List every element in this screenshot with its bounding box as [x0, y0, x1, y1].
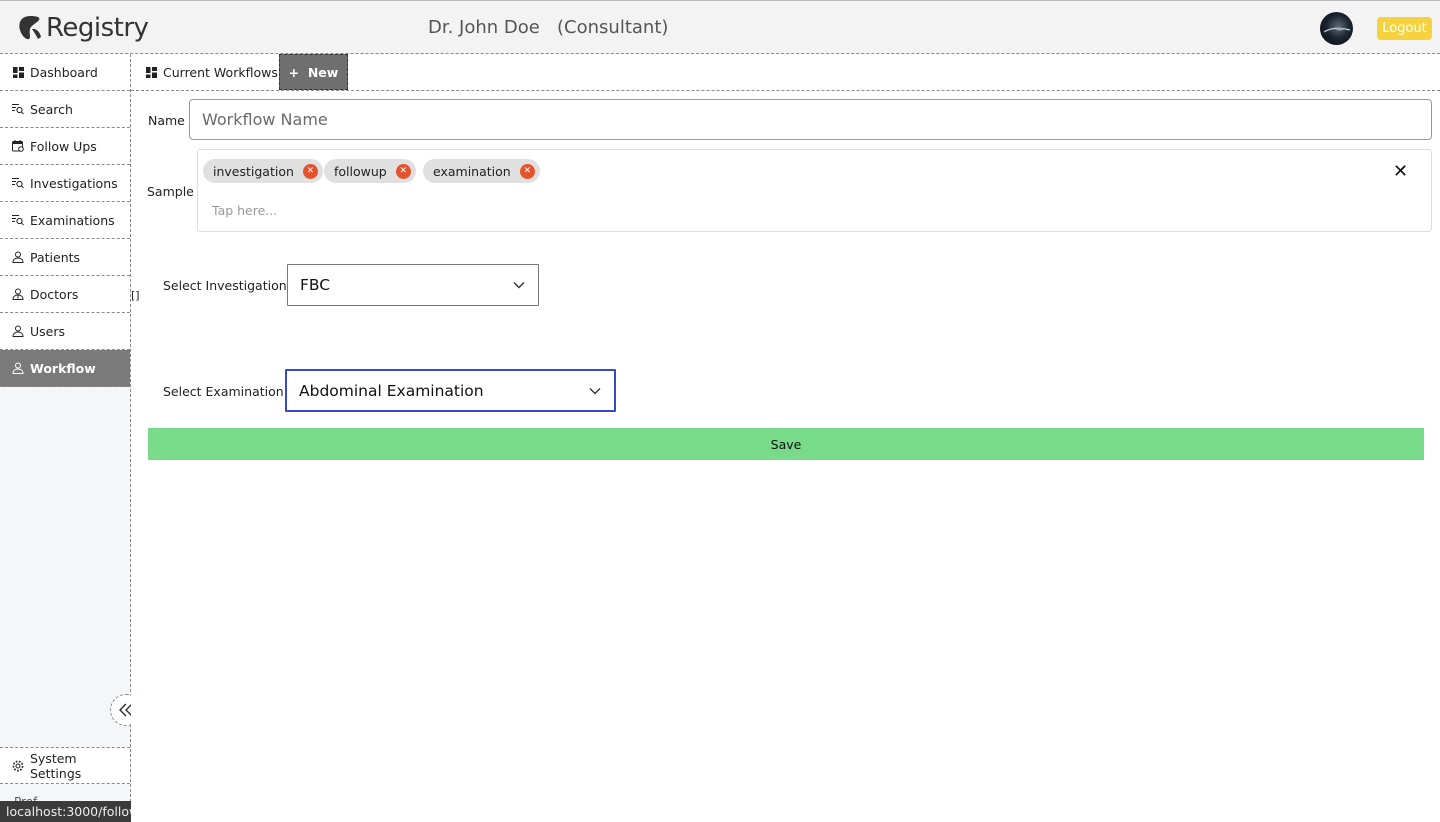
examination-selected-value: Abdominal Examination [299, 381, 484, 400]
calendar-icon [12, 140, 24, 152]
investigation-selected-value: FBC [300, 276, 331, 294]
logout-button[interactable]: Logout [1377, 17, 1432, 40]
sample-label: Sample [147, 184, 194, 199]
user-icon [12, 251, 24, 263]
tab-current-workflows[interactable]: Current Workflows [145, 54, 278, 90]
sidebar-item-users[interactable]: Users [0, 313, 130, 350]
app-header: Registry Dr. John Doe (Consultant) Logou… [0, 0, 1440, 54]
sidebar-item-label: Doctors [30, 286, 79, 302]
dashboard-icon [145, 66, 157, 78]
select-examination-label: Select Examination [163, 384, 284, 399]
sidebar-item-examinations[interactable]: Examinations [0, 202, 130, 239]
search-list-icon [12, 103, 24, 115]
app-name: Registry [46, 13, 149, 43]
chevron-down-icon [589, 387, 601, 394]
search-list-icon [12, 177, 24, 189]
sidebar-item-label: Examinations [30, 212, 115, 228]
search-list-icon [12, 214, 24, 226]
tab-label: + New [288, 64, 339, 80]
tag-label: followup [334, 163, 387, 179]
main-content: Current Workflows + New Name Sample inve… [131, 54, 1440, 822]
user-icon [12, 325, 24, 337]
sidebar-item-label: System Settings [30, 750, 82, 781]
dashboard-icon [12, 66, 24, 78]
workflow-name-input[interactable] [189, 99, 1432, 140]
current-user-name: Dr. John Doe (Consultant) [428, 17, 669, 38]
user-icon [12, 362, 24, 374]
logo-mark-icon [19, 16, 41, 40]
sidebar-item-label: Investigations [30, 175, 118, 191]
investigation-select[interactable]: FBC [287, 264, 539, 306]
sidebar-item-search[interactable]: Search [0, 91, 130, 128]
sidebar-item-patients[interactable]: Patients [0, 239, 130, 276]
sidebar-item-doctors[interactable]: Doctors [0, 276, 130, 313]
sidebar-item-system-settings[interactable]: System Settings [0, 747, 130, 784]
sample-tags-input[interactable]: investigation ✕ followup ✕ examination ✕… [197, 149, 1432, 232]
sidebar-item-label: Search [30, 101, 73, 117]
chevron-down-icon [513, 282, 525, 289]
tag-label: investigation [213, 163, 294, 179]
avatar-image-icon [1323, 27, 1351, 33]
examination-select[interactable]: Abdominal Examination [285, 369, 616, 412]
save-button[interactable]: Save [148, 428, 1424, 460]
clear-tags-icon[interactable]: ✕ [1393, 161, 1408, 182]
remove-tag-icon[interactable]: ✕ [302, 163, 318, 179]
app-logo[interactable]: Registry [16, 11, 149, 45]
sidebar: Dashboard Search Follow Ups Investigatio… [0, 54, 142, 822]
sidebar-item-follow-ups[interactable]: Follow Ups [0, 128, 130, 165]
tab-new[interactable]: + New [279, 54, 348, 90]
tag-label: examination [433, 163, 511, 179]
remove-tag-icon[interactable]: ✕ [395, 163, 411, 179]
avatar[interactable] [1320, 12, 1353, 45]
sidebar-item-label: Users [30, 323, 66, 339]
remove-tag-icon[interactable]: ✕ [519, 163, 535, 179]
tag-chip: examination ✕ [423, 159, 540, 183]
sidebar-item-label: Patients [30, 249, 81, 265]
sidebar-item-label: Workflow [30, 360, 96, 376]
sidebar-item-dashboard[interactable]: Dashboard [0, 54, 130, 91]
doctor-icon [12, 288, 24, 300]
sidebar-item-investigations[interactable]: Investigations [0, 165, 130, 202]
tag-chip: investigation ✕ [203, 159, 323, 183]
gear-icon [12, 760, 24, 772]
tab-bar: Current Workflows + New [131, 54, 1440, 91]
tab-label: Current Workflows [163, 64, 278, 80]
sidebar-item-label: Dashboard [30, 64, 98, 80]
tag-chip: followup ✕ [324, 159, 416, 183]
sidebar-item-label: Follow Ups [30, 138, 97, 154]
name-label: Name [148, 113, 185, 128]
select-investigation-label: Select Investigation [163, 278, 287, 293]
sidebar-item-workflow[interactable]: Workflow [0, 350, 130, 387]
debug-bracket-text: [] [131, 289, 140, 302]
tags-text-input[interactable] [212, 203, 712, 218]
